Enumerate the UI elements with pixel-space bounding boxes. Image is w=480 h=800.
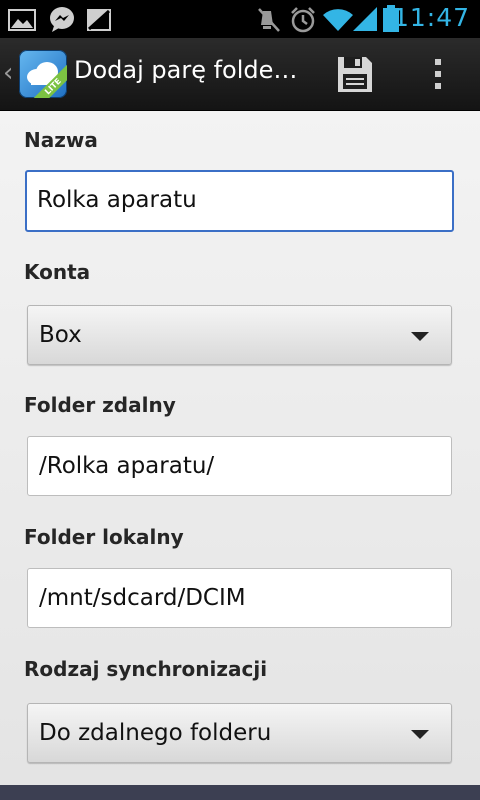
dropdown-arrow-icon <box>411 730 429 739</box>
account-dropdown[interactable]: Box <box>27 305 452 365</box>
remote-folder-input[interactable]: /Rolka aparatu/ <box>27 436 452 496</box>
sync-type-label: Rodzaj synchronizacji <box>24 657 268 681</box>
alarm-icon <box>291 7 315 33</box>
local-folder-label: Folder lokalny <box>24 525 184 549</box>
wifi-icon <box>323 9 353 31</box>
sync-type-selected-value: Do zdalnego folderu <box>39 720 272 746</box>
messenger-icon <box>50 7 74 32</box>
dropdown-arrow-icon <box>411 332 429 341</box>
name-label: Nazwa <box>24 128 98 152</box>
status-bar: 11:47 <box>0 0 480 38</box>
form-container: Nazwa Rolka aparatu Konta Box Folder zda… <box>0 111 480 785</box>
overflow-menu-button[interactable] <box>418 52 458 96</box>
bottom-bar <box>0 785 480 800</box>
clock: 11:47 <box>392 3 470 32</box>
overflow-menu-icon <box>418 52 458 96</box>
account-selected-value: Box <box>39 322 82 348</box>
save-icon <box>338 57 372 92</box>
mute-icon <box>258 8 280 32</box>
account-label: Konta <box>24 260 91 284</box>
app-logo-icon[interactable]: LITE <box>19 50 67 98</box>
local-folder-input[interactable]: /mnt/sdcard/DCIM <box>27 568 452 628</box>
remote-folder-label: Folder zdalny <box>24 393 176 417</box>
gallery-icon <box>8 9 36 31</box>
name-input[interactable]: Rolka aparatu <box>25 170 454 232</box>
screen-title: Dodaj parę folde… <box>74 56 298 84</box>
sync-type-dropdown[interactable]: Do zdalnego folderu <box>27 703 452 763</box>
action-bar: ‹ LITE Dodaj parę folde… <box>0 38 480 111</box>
signal-icon <box>353 7 377 31</box>
save-button[interactable] <box>330 52 378 96</box>
up-navigation-icon[interactable]: ‹ <box>3 58 15 88</box>
image-icon <box>87 9 111 31</box>
